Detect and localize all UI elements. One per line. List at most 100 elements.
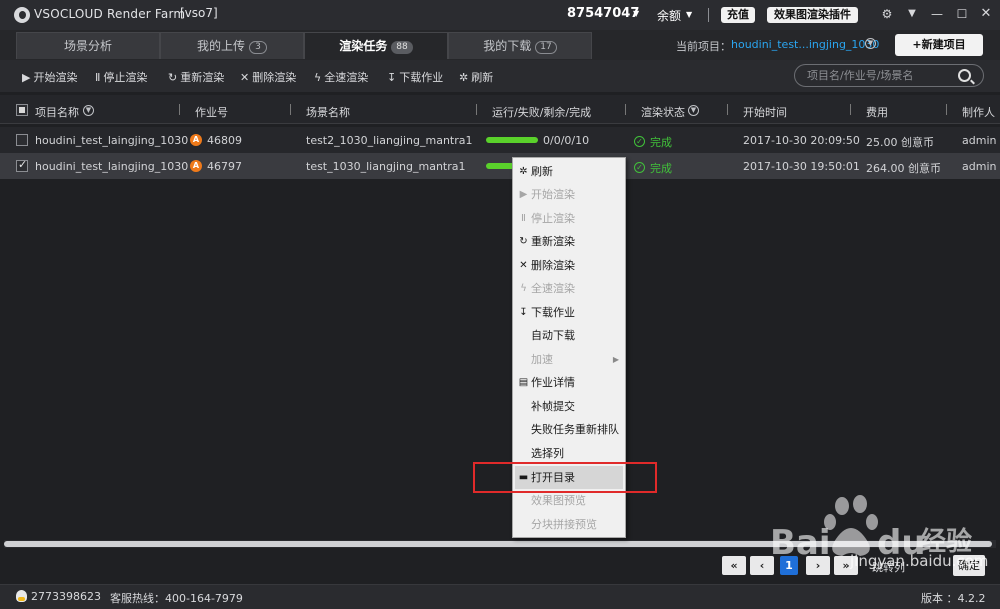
recharge-button[interactable]: 充值 <box>721 7 755 23</box>
render-plugin-button[interactable]: 效果图渲染插件 <box>767 7 858 23</box>
tab-render-tasks[interactable]: 渲染任务 88 <box>304 32 448 59</box>
menu-item-label: 分块拼接预览 <box>531 518 597 531</box>
delete-render-button[interactable]: ✕ 删除渲染 <box>240 69 296 85</box>
maximize-icon[interactable]: ☐ <box>953 5 971 23</box>
search-icon[interactable] <box>958 69 971 82</box>
balance-dropdown-icon[interactable]: ▼ <box>686 10 692 19</box>
menu-item-label: 全速渲染 <box>531 282 575 295</box>
menu-item-label: 补帧提交 <box>531 400 575 413</box>
dropdown-icon[interactable]: ▼ <box>903 5 921 23</box>
tab-count-badge: 88 <box>391 41 413 54</box>
column-header-cost[interactable]: 费用 <box>866 104 888 120</box>
filter-dropdown-icon[interactable]: ▼ <box>688 105 699 116</box>
column-separator[interactable] <box>850 104 851 115</box>
menu-item-job-details[interactable]: ▤ 作业详情 <box>513 371 625 394</box>
tab-count-badge: 17 <box>535 41 557 54</box>
scene-name-cell: test_1030_liangjing_mantra1 <box>306 160 466 173</box>
menu-item-requeue-failed[interactable]: 失败任务重新排队 <box>513 418 625 441</box>
column-separator[interactable] <box>179 104 180 115</box>
gear-icon[interactable]: ⚙ <box>878 5 896 23</box>
menu-item-tile-preview[interactable]: 分块拼接预览 <box>513 513 625 536</box>
search-input[interactable] <box>807 68 957 83</box>
refresh-button[interactable]: ✲ 刷新 <box>459 69 493 85</box>
menu-item-label: 效果图预览 <box>531 494 586 507</box>
new-project-button[interactable]: +新建项目 <box>895 34 983 56</box>
column-separator[interactable] <box>476 104 477 115</box>
project-name-cell: houdini_test_laingjing_1030 <box>35 134 189 147</box>
current-project-label: 当前项目： <box>676 40 731 53</box>
menu-item-accelerate[interactable]: 加速 ▶ <box>513 348 625 371</box>
lightning-icon: ϟ <box>520 283 527 294</box>
column-header-status[interactable]: 渲染状态 <box>641 104 685 120</box>
status-cell: 完成 <box>650 162 672 175</box>
cost-cell: 25.00 创意币 <box>866 136 934 149</box>
menu-item-rerender[interactable]: ↻ 重新渲染 <box>513 230 625 253</box>
menu-item-label: 失败任务重新排队 <box>531 423 619 436</box>
menu-item-label: 加速 <box>531 353 553 366</box>
project-dropdown-icon[interactable]: ▼ <box>865 38 876 49</box>
fullspeed-render-button[interactable]: ϟ 全速渲染 <box>314 69 368 85</box>
column-separator[interactable] <box>625 104 626 115</box>
version-label: 版本 ：4.2.2 <box>921 592 986 605</box>
minimize-icon[interactable]: — <box>928 5 946 23</box>
column-header-progress[interactable]: 运行/失败/剩余/完成 <box>492 104 591 120</box>
delete-icon: ✕ <box>240 71 250 84</box>
menu-item-auto-download[interactable]: 自动下载 <box>513 324 625 347</box>
play-icon: ▶ <box>519 189 528 200</box>
menu-item-stop-render[interactable]: Ⅱ 停止渲染 <box>513 207 625 230</box>
menu-item-fullspeed-render[interactable]: ϟ 全速渲染 <box>513 277 625 300</box>
tab-label: 我的上传 <box>196 39 245 53</box>
toolbar-label: 下载作业 <box>399 71 444 84</box>
current-project-name[interactable]: houdini_test...ingjing_1030 <box>731 38 879 51</box>
column-header-project[interactable]: 项目名称 <box>35 104 79 120</box>
qq-number[interactable]: 2773398623 <box>31 590 101 603</box>
column-header-owner[interactable]: 制作人 <box>962 104 995 120</box>
column-header-job[interactable]: 作业号 <box>195 104 228 120</box>
check-circle-icon: ✓ <box>634 136 645 147</box>
status-cell: 完成 <box>650 136 672 149</box>
search-box <box>794 64 984 87</box>
account-tag: [vso7] <box>180 6 218 20</box>
check-circle-icon: ✓ <box>634 162 645 173</box>
tab-my-downloads[interactable]: 我的下载 17 <box>448 32 592 59</box>
column-separator[interactable] <box>946 104 947 115</box>
filter-dropdown-icon[interactable]: ▼ <box>83 105 94 116</box>
balance-menu[interactable]: 余额 <box>657 7 681 24</box>
menu-item-delete-render[interactable]: ✕ 删除渲染 <box>513 254 625 277</box>
row-checkbox[interactable] <box>16 134 28 146</box>
progress-bar <box>486 137 538 143</box>
qq-icon[interactable] <box>16 590 27 602</box>
tab-label: 我的下载 <box>483 39 532 53</box>
first-page-button[interactable]: « <box>722 556 746 575</box>
menu-item-label: 删除渲染 <box>531 259 575 272</box>
toolbar-label: 开始渲染 <box>33 71 78 84</box>
close-icon[interactable]: ✕ <box>977 5 995 23</box>
menu-item-supplement-frames[interactable]: 补帧提交 <box>513 395 625 418</box>
rerender-button[interactable]: ↻ 重新渲染 <box>168 69 224 85</box>
start-render-button[interactable]: ▶ 开始渲染 <box>22 69 77 85</box>
column-header-start-time[interactable]: 开始时间 <box>743 104 787 120</box>
column-header-scene[interactable]: 场景名称 <box>306 104 350 120</box>
menu-item-label: 选择列 <box>531 447 564 460</box>
user-id[interactable]: 87547047 <box>567 6 639 21</box>
refresh-icon: ✲ <box>459 71 469 84</box>
menu-item-refresh[interactable]: ✲ 刷新 <box>513 160 625 183</box>
column-separator[interactable] <box>290 104 291 115</box>
user-dropdown-icon[interactable]: ▼ <box>633 9 639 18</box>
progress-bar-fill <box>486 137 538 143</box>
menu-item-download-job[interactable]: ↧ 下载作业 <box>513 301 625 324</box>
rerender-icon: ↻ <box>168 71 178 84</box>
job-id-cell: 46797 <box>207 160 242 173</box>
menu-item-start-render[interactable]: ▶ 开始渲染 <box>513 183 625 206</box>
row-checkbox[interactable] <box>16 158 28 172</box>
select-all-checkbox[interactable] <box>16 104 28 116</box>
menu-item-label: 停止渲染 <box>531 212 575 225</box>
menu-item-label: 开始渲染 <box>531 188 575 201</box>
column-separator[interactable] <box>727 104 728 115</box>
menu-item-label: 下载作业 <box>531 306 575 319</box>
download-job-button[interactable]: ↧ 下载作业 <box>387 69 443 85</box>
tab-scene-analysis[interactable]: 场景分析 <box>16 32 160 59</box>
owner-cell: admin <box>962 160 997 173</box>
stop-render-button[interactable]: Ⅱ 停止渲染 <box>95 69 147 85</box>
tab-my-uploads[interactable]: 我的上传 3 <box>160 32 304 59</box>
